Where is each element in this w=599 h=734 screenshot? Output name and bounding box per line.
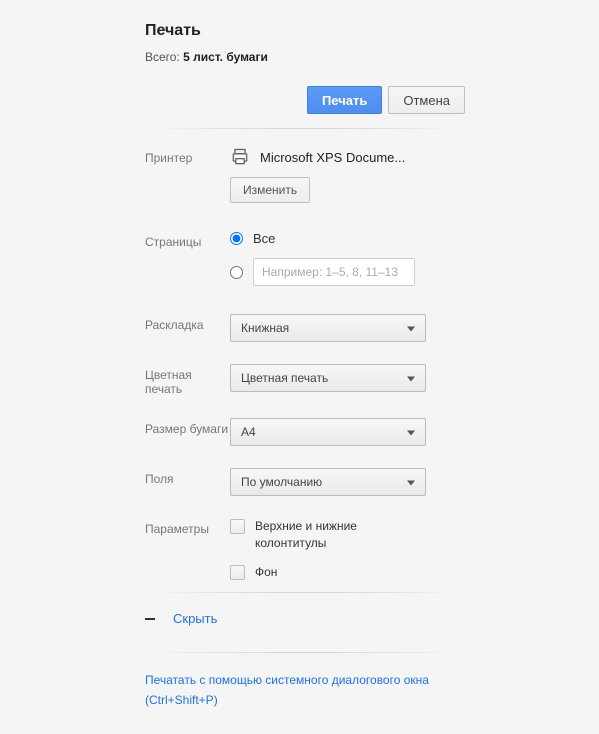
background-checkbox[interactable] [230, 565, 245, 580]
color-label: Цветная печать [145, 364, 230, 396]
section-printer: Принтер Microsoft XPS Docume... Изменить [145, 147, 465, 203]
printer-name: Microsoft XPS Docume... [260, 150, 405, 165]
summary-value: 5 лист. бумаги [183, 50, 268, 64]
change-printer-button[interactable]: Изменить [230, 177, 310, 203]
background-label: Фон [255, 564, 277, 581]
margins-value: По умолчанию [241, 475, 322, 489]
print-panel: Печать Всего: 5 лист. бумаги Печать Отме… [145, 22, 465, 710]
minus-icon [145, 618, 155, 620]
section-margins: Поля По умолчанию [145, 468, 465, 496]
layout-value: Книжная [241, 321, 289, 335]
paper-label: Размер бумаги [145, 418, 230, 436]
color-value: Цветная печать [241, 371, 328, 385]
headers-footers-checkbox[interactable] [230, 519, 245, 534]
print-button[interactable]: Печать [307, 86, 382, 114]
separator [145, 128, 465, 129]
color-select[interactable]: Цветная печать [230, 364, 426, 392]
pages-label: Страницы [145, 231, 230, 249]
paper-value: A4 [241, 425, 256, 439]
paper-select[interactable]: A4 [230, 418, 426, 446]
pages-range-input[interactable] [253, 258, 415, 286]
printer-label: Принтер [145, 147, 230, 165]
layout-select[interactable]: Книжная [230, 314, 426, 342]
cancel-button[interactable]: Отмена [388, 86, 465, 114]
dialog-title: Печать [145, 22, 465, 40]
summary-label: Всего: [145, 50, 183, 64]
printer-icon [230, 147, 250, 167]
headers-footers-label: Верхние и нижние колонтитулы [255, 518, 405, 552]
separator [145, 652, 465, 653]
pages-all-radio[interactable] [230, 232, 243, 245]
collapse-link[interactable]: Скрыть [173, 611, 217, 626]
pages-range-radio[interactable] [230, 266, 243, 279]
section-layout: Раскладка Книжная [145, 314, 465, 342]
action-row: Печать Отмена [145, 86, 465, 114]
system-print-link[interactable]: Печатать с помощью системного диалоговог… [145, 671, 455, 709]
collapse-row[interactable]: Скрыть [145, 611, 465, 626]
section-color: Цветная печать Цветная печать [145, 364, 465, 396]
layout-label: Раскладка [145, 314, 230, 332]
summary: Всего: 5 лист. бумаги [145, 50, 465, 64]
section-options: Параметры Верхние и нижние колонтитулы Ф… [145, 518, 465, 580]
options-label: Параметры [145, 518, 230, 536]
margins-select[interactable]: По умолчанию [230, 468, 426, 496]
section-paper: Размер бумаги A4 [145, 418, 465, 446]
separator [145, 592, 465, 593]
pages-all-label: Все [253, 231, 275, 246]
margins-label: Поля [145, 468, 230, 486]
section-pages: Страницы Все [145, 231, 465, 286]
